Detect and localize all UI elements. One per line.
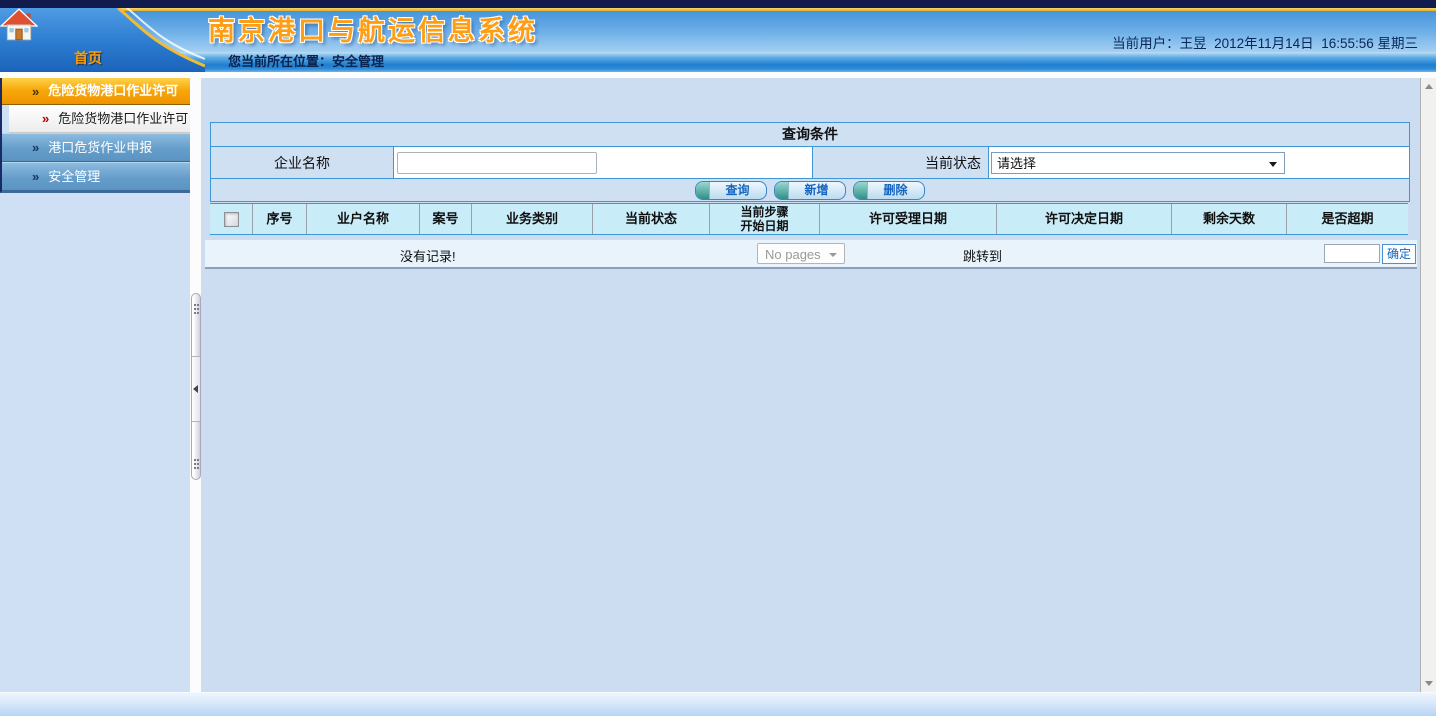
chevron-down-icon xyxy=(829,253,837,257)
header-divider-strip xyxy=(0,72,1436,78)
header-cell-business-type: 业务类别 xyxy=(472,204,593,234)
company-name-label: 企业名称 xyxy=(211,147,394,178)
logo-block: 首页 xyxy=(0,8,205,72)
breadcrumb: 您当前所在位置：安全管理 xyxy=(228,52,384,72)
sidebar-splitter-column xyxy=(190,78,201,692)
breadcrumb-bar: 您当前所在位置：安全管理 xyxy=(0,52,1436,72)
sidebar-item-label: 安全管理 xyxy=(48,164,100,190)
select-all-checkbox[interactable] xyxy=(224,212,239,227)
delete-button[interactable]: 删除 xyxy=(853,181,925,200)
home-link[interactable]: 首页 xyxy=(0,48,176,68)
header-cell-checkbox xyxy=(210,204,253,234)
sidebar-item-dangerous-goods-permit[interactable]: » 危险货物港口作业许可 xyxy=(9,105,190,133)
button-cap-decoration xyxy=(854,182,868,199)
grip-dots-icon xyxy=(194,304,196,306)
pagination-bar: 没有记录! No pages 跳转到 确定 xyxy=(205,240,1417,269)
company-name-cell xyxy=(394,147,812,178)
header-cell-seq: 序号 xyxy=(253,204,307,234)
sidebar-item-label: 危险货物港口作业许可 xyxy=(58,106,188,132)
app-window: 南京港口与航运信息系统 当前用户：王昱 2012年11月14日 16:55:56… xyxy=(0,0,1436,716)
header: 南京港口与航运信息系统 当前用户：王昱 2012年11月14日 16:55:56… xyxy=(0,8,1436,52)
search-button[interactable]: 查询 xyxy=(695,181,767,200)
button-cap-decoration xyxy=(775,182,789,199)
collapse-left-arrow-icon xyxy=(193,385,198,393)
menu-arrow-icon: » xyxy=(42,112,49,125)
current-status-select[interactable]: 请选择 xyxy=(991,152,1285,174)
query-fields-row: 企业名称 当前状态 请选择 xyxy=(211,147,1409,179)
chevron-down-icon xyxy=(1269,162,1277,167)
company-name-input[interactable] xyxy=(397,152,597,174)
footer-bar xyxy=(0,692,1436,716)
top-navy-bar xyxy=(0,0,1436,8)
datetime-text: 2012年11月14日 16:55:56 星期三 xyxy=(1214,36,1418,51)
header-cell-current-status: 当前状态 xyxy=(593,204,710,234)
sidebar-item-label: 港口危货作业申报 xyxy=(48,135,152,161)
query-buttons-row: 查询 新增 删除 xyxy=(211,179,1409,201)
results-table-header: 序号 业户名称 案号 业务类别 当前状态 当前步骤 开始日期 许可受理日期 许可… xyxy=(210,203,1408,235)
sidebar: » 危险货物港口作业许可 » 危险货物港口作业许可 » 港口危货作业申报 » 安… xyxy=(0,78,190,692)
jump-page-input[interactable] xyxy=(1324,244,1380,263)
sidebar-collapse-handle[interactable] xyxy=(191,293,201,480)
header-cell-permit-accept-date: 许可受理日期 xyxy=(820,204,997,234)
header-cell-step-start-date: 当前步骤 开始日期 xyxy=(710,204,820,234)
current-user-info: 当前用户：王昱 2012年11月14日 16:55:56 星期三 xyxy=(1112,32,1418,52)
splitter-middle-section xyxy=(192,356,200,422)
page-select[interactable]: No pages xyxy=(757,243,845,264)
jump-to-label: 跳转到 xyxy=(963,246,1002,265)
main-content: 查询条件 企业名称 当前状态 请选择 查询 xyxy=(201,78,1420,692)
header-cell-business-owner: 业户名称 xyxy=(307,204,420,234)
system-title: 南京港口与航运信息系统 xyxy=(208,8,538,52)
add-button[interactable]: 新增 xyxy=(774,181,846,200)
header-cell-case-no: 案号 xyxy=(420,204,472,234)
current-status-cell: 请选择 xyxy=(989,147,1409,178)
sidebar-item-safety-management[interactable]: » 安全管理 xyxy=(2,162,190,191)
query-condition-panel: 查询条件 企业名称 当前状态 请选择 查询 xyxy=(210,122,1410,202)
sidebar-item-port-cargo-declaration[interactable]: » 港口危货作业申报 xyxy=(2,133,190,162)
scroll-up-arrow-icon[interactable] xyxy=(1425,84,1433,89)
menu-arrow-icon: » xyxy=(32,141,39,154)
user-label: 当前用户： xyxy=(1112,36,1180,51)
header-cell-remaining-days: 剩余天数 xyxy=(1172,204,1287,234)
query-panel-title: 查询条件 xyxy=(211,123,1409,147)
vertical-scrollbar[interactable] xyxy=(1420,78,1436,692)
user-name: 王昱 xyxy=(1180,36,1207,51)
page-select-value: No pages xyxy=(765,247,821,262)
header-cell-overdue: 是否超期 xyxy=(1287,204,1408,234)
confirm-button[interactable]: 确定 xyxy=(1382,244,1416,264)
grip-dots-icon xyxy=(194,459,196,461)
home-icon[interactable] xyxy=(0,8,38,44)
no-records-message: 没有记录! xyxy=(400,246,456,265)
menu-arrow-icon: » xyxy=(32,85,39,98)
sidebar-item-dangerous-goods-permit-group[interactable]: » 危险货物港口作业许可 xyxy=(2,78,190,105)
button-cap-decoration xyxy=(696,182,710,199)
sidebar-menu: » 危险货物港口作业许可 » 危险货物港口作业许可 » 港口危货作业申报 » 安… xyxy=(0,78,190,193)
current-status-label: 当前状态 xyxy=(812,147,989,178)
menu-arrow-icon: » xyxy=(32,170,39,183)
scroll-down-arrow-icon[interactable] xyxy=(1425,681,1433,686)
header-cell-permit-decision-date: 许可决定日期 xyxy=(997,204,1172,234)
sidebar-item-label: 危险货物港口作业许可 xyxy=(48,78,178,104)
status-selected-value: 请选择 xyxy=(997,156,1036,171)
